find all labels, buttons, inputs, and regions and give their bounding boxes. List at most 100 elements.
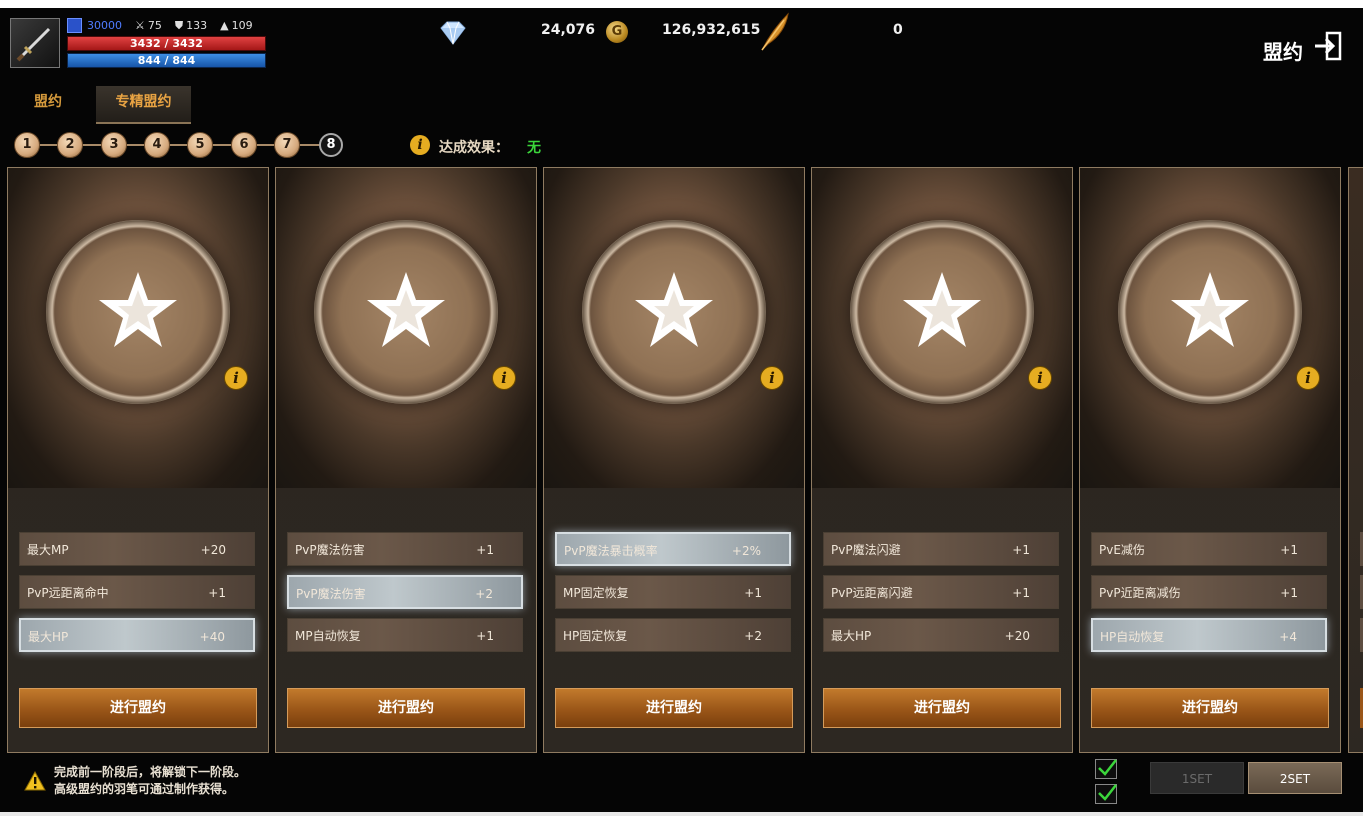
stat-option[interactable]: 最大MP +20	[19, 532, 255, 566]
stat-value: +1	[1012, 543, 1030, 557]
notice-line-1: 完成前一阶段后，将解锁下一阶段。	[54, 765, 247, 779]
stage-6[interactable]: 6	[231, 132, 257, 158]
window-top-border	[0, 0, 1363, 8]
info-icon[interactable]: i	[1028, 366, 1052, 390]
stat-value: +1	[744, 586, 762, 600]
stat-option[interactable]: PvP魔法暴击概率 +2%	[555, 532, 791, 566]
pledge-button[interactable]: 进行盟约	[1091, 688, 1329, 728]
effect-value: 无	[527, 140, 541, 156]
stat-option[interactable]: PvP远距离命中 +1	[19, 575, 255, 609]
stat-option[interactable]: PvP魔法伤害 +1	[287, 532, 523, 566]
diamond-icon[interactable]	[436, 20, 470, 50]
stat-value: +1	[476, 543, 494, 557]
star-icon	[99, 272, 177, 347]
mp-bar: 844 / 844	[67, 53, 266, 68]
next-card-partial	[1348, 167, 1363, 753]
stat-name: PvE减伤	[1099, 543, 1145, 557]
stage-5[interactable]: 5	[187, 132, 213, 158]
alliance-card: i PvP魔法暴击概率 +2% MP固定恢复 +1 HP固定恢复 +2 进行盟约	[543, 167, 805, 753]
stat-name: PvP魔法伤害	[295, 543, 365, 557]
alliance-card: i 最大MP +20 PvP远距离命中 +1 最大HP +40 进行盟约	[7, 167, 269, 753]
stat-name: PvP魔法伤害	[296, 587, 366, 601]
stat-option[interactable]: HP自动恢复 +4	[1091, 618, 1327, 652]
level-value: 30000	[87, 19, 122, 32]
stat-option[interactable]: MP固定恢复 +1	[555, 575, 791, 609]
check-icon	[1098, 784, 1117, 801]
info-icon[interactable]: i	[1296, 366, 1320, 390]
defense-stat: ⛊ 133	[174, 18, 208, 33]
stat-value: +1	[1012, 586, 1030, 600]
stat-value: +1	[476, 629, 494, 643]
info-icon[interactable]: i	[410, 135, 430, 155]
stat-name: MP自动恢复	[295, 629, 361, 643]
gold-count: 126,932,615	[662, 22, 761, 38]
effect-label: 达成效果：	[439, 140, 509, 156]
tab-mastery-alliance[interactable]: 专精盟约	[96, 86, 191, 124]
stat-value: +40	[199, 630, 225, 644]
stat-name: HP自动恢复	[1100, 630, 1165, 644]
stat-row: 30000 ⚔ 75 ⛊ 133 ▲ 109	[67, 18, 253, 33]
medallion	[1118, 220, 1302, 404]
stat-option[interactable]: PvP近距离减伤 +1	[1091, 575, 1327, 609]
hp-bar: 3432 / 3432	[67, 36, 266, 51]
checkbox-1[interactable]	[1095, 759, 1117, 779]
window-bottom-border	[0, 812, 1363, 816]
stage-1[interactable]: 1	[14, 132, 40, 158]
stat-name: PvP远距离命中	[27, 586, 109, 600]
star-icon	[903, 272, 981, 347]
alliance-card: i PvE减伤 +1 PvP近距离减伤 +1 HP自动恢复 +4 进行盟约	[1079, 167, 1341, 753]
stat-option[interactable]: HP固定恢复 +2	[555, 618, 791, 652]
weapon-slot[interactable]	[10, 18, 60, 68]
checkbox-2[interactable]	[1095, 784, 1117, 804]
stat-name: PvP魔法闪避	[831, 543, 901, 557]
tab-alliance[interactable]: 盟约	[22, 86, 74, 122]
stat-value: +1	[1280, 586, 1298, 600]
stat-option[interactable]: PvP魔法伤害 +2	[287, 575, 523, 609]
exit-icon[interactable]	[1313, 30, 1343, 66]
notice-text: 完成前一阶段后，将解锁下一阶段。 高级盟约的羽笔可通过制作获得。	[54, 764, 246, 798]
notice-line-2: 高级盟约的羽笔可通过制作获得。	[54, 782, 235, 796]
info-icon[interactable]: i	[224, 366, 248, 390]
pledge-button[interactable]: 进行盟约	[823, 688, 1061, 728]
stage-3[interactable]: 3	[101, 132, 127, 158]
magic-stat: ▲ 109	[220, 19, 253, 32]
stat-name: 最大HP	[28, 630, 69, 644]
level-icon	[67, 18, 82, 33]
stat-option[interactable]: PvP魔法闪避 +1	[823, 532, 1059, 566]
attack-stat: ⚔ 75	[135, 19, 162, 32]
diamond-count: 24,076	[541, 22, 596, 38]
quill-icon[interactable]	[758, 12, 792, 56]
pledge-button[interactable]: 进行盟约	[19, 688, 257, 728]
stat-name: PvP魔法暴击概率	[564, 544, 658, 558]
pledge-button[interactable]: 进行盟约	[287, 688, 525, 728]
stat-name: MP固定恢复	[563, 586, 629, 600]
stat-value: +4	[1279, 630, 1297, 644]
pledge-button[interactable]: 进行盟约	[555, 688, 793, 728]
stat-option[interactable]: PvE减伤 +1	[1091, 532, 1327, 566]
stat-value: +20	[1004, 629, 1030, 643]
star-icon	[367, 272, 445, 347]
medallion	[850, 220, 1034, 404]
stat-option[interactable]: 最大HP +20	[823, 618, 1059, 652]
stat-value: +2%	[731, 544, 761, 558]
info-icon[interactable]: i	[492, 366, 516, 390]
stage-2[interactable]: 2	[57, 132, 83, 158]
stat-option[interactable]: MP自动恢复 +1	[287, 618, 523, 652]
set1-button[interactable]: 1SET	[1150, 762, 1244, 794]
alliance-card: i PvP魔法闪避 +1 PvP远距离闪避 +1 最大HP +20 进行盟约	[811, 167, 1073, 753]
stat-option[interactable]: 最大HP +40	[19, 618, 255, 652]
gold-coin-icon[interactable]: G	[606, 21, 628, 43]
stage-7[interactable]: 7	[274, 132, 300, 158]
stat-option[interactable]: PvP远距离闪避 +1	[823, 575, 1059, 609]
info-icon[interactable]: i	[760, 366, 784, 390]
stage-8[interactable]: 8	[319, 133, 343, 157]
star-icon	[1171, 272, 1249, 347]
stat-name: 最大MP	[27, 543, 69, 557]
check-icon	[1098, 759, 1117, 776]
stage-track: 1 2 3 4 5 6 7 8	[14, 132, 344, 158]
set2-button[interactable]: 2SET	[1248, 762, 1342, 794]
quill-count: 0	[893, 22, 903, 38]
sword-icon	[16, 27, 51, 62]
stat-value: +1	[208, 586, 226, 600]
stage-4[interactable]: 4	[144, 132, 170, 158]
